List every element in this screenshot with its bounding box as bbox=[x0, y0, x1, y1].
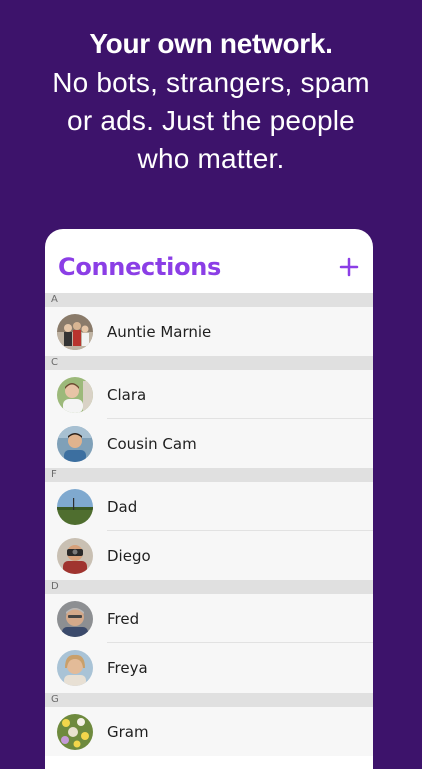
phone-screen: Connections A Auntie Marnie C Clara Cous… bbox=[45, 229, 373, 769]
contact-row-cousin-cam[interactable]: Cousin Cam bbox=[45, 419, 373, 468]
avatar bbox=[57, 537, 93, 574]
contact-name: Fred bbox=[107, 609, 140, 628]
avatar bbox=[57, 376, 93, 413]
headline-title: Your own network. bbox=[89, 28, 333, 59]
contact-name: Freya bbox=[107, 659, 148, 677]
contact-row-diego[interactable]: Diego bbox=[45, 531, 373, 580]
contact-row-clara[interactable]: Clara bbox=[45, 370, 373, 419]
section-header-c: C bbox=[45, 356, 373, 370]
contact-name: Dad bbox=[107, 497, 138, 516]
page-title: Connections bbox=[58, 253, 222, 281]
app-header: Connections bbox=[45, 229, 373, 293]
avatar bbox=[57, 488, 93, 525]
avatar bbox=[57, 713, 93, 750]
section-header-f: F bbox=[45, 468, 373, 482]
contact-name: Diego bbox=[107, 546, 151, 565]
section-header-a: A bbox=[45, 293, 373, 307]
contact-name: Clara bbox=[107, 385, 147, 404]
headline-subtitle: No bots, strangers, spam or ads. Just th… bbox=[52, 67, 370, 174]
section-header-g: G bbox=[45, 693, 373, 707]
contact-row-freya[interactable]: Freya bbox=[45, 643, 373, 693]
plus-icon[interactable] bbox=[333, 251, 365, 283]
contact-row-auntie-marnie[interactable]: Auntie Marnie bbox=[45, 307, 373, 356]
contact-name: Auntie Marnie bbox=[107, 322, 212, 341]
contact-name: Cousin Cam bbox=[107, 434, 197, 453]
avatar bbox=[57, 313, 93, 350]
contact-row-gram[interactable]: Gram bbox=[45, 707, 373, 756]
avatar bbox=[57, 650, 93, 686]
section-header-d: D bbox=[45, 580, 373, 594]
contact-row-fred[interactable]: Fred bbox=[45, 594, 373, 643]
contact-name: Gram bbox=[107, 722, 149, 741]
avatar bbox=[57, 425, 93, 462]
marketing-headline: Your own network. No bots, strangers, sp… bbox=[0, 24, 422, 178]
avatar bbox=[57, 600, 93, 637]
contact-row-dad[interactable]: Dad bbox=[45, 482, 373, 531]
contact-list: A Auntie Marnie C Clara Cousin Cam F Dad… bbox=[45, 293, 373, 756]
